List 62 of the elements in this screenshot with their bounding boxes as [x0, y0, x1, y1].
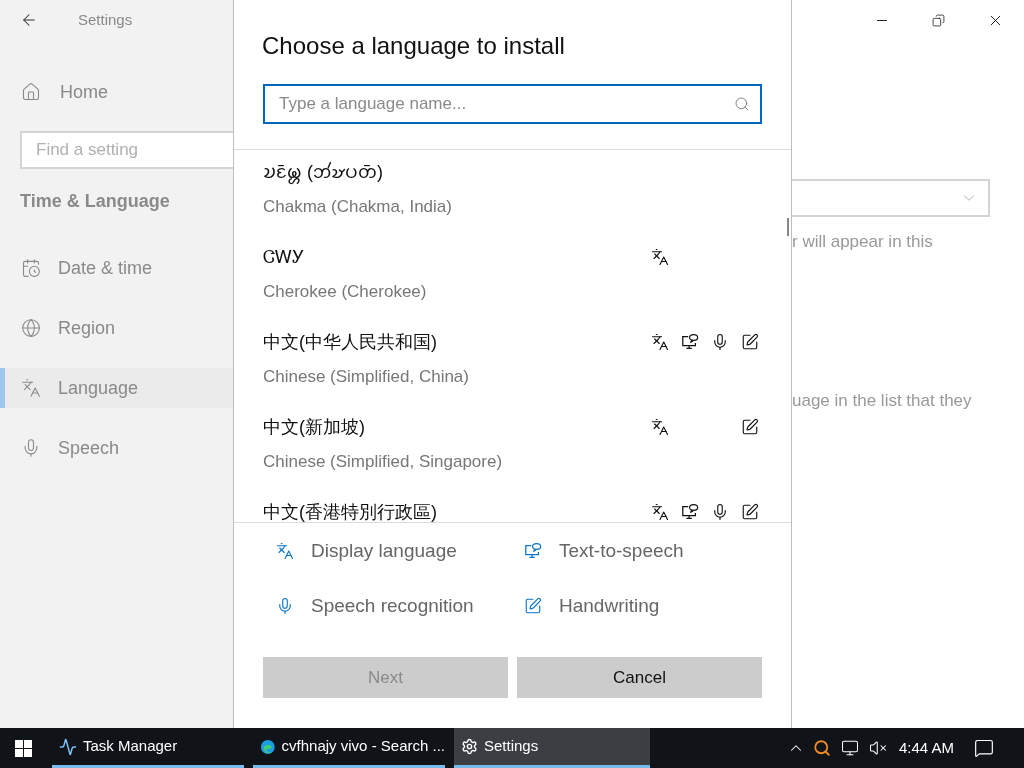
native-language-name: 中文(中华人民共和国): [263, 331, 438, 354]
search-field[interactable]: Find a setting: [20, 131, 233, 169]
network-icon[interactable]: [840, 739, 859, 757]
restore-icon: [932, 13, 945, 27]
dialog-title: Choose a language to install: [262, 31, 566, 61]
microphone-icon: [276, 597, 294, 615]
windows-logo-icon: [14, 739, 32, 757]
description-text: r will appear in this: [792, 231, 934, 253]
language-search-field[interactable]: Type a language name...: [263, 84, 762, 124]
display-language-icon: [651, 333, 669, 351]
language-icon: [21, 378, 41, 398]
microphone-icon: [711, 503, 729, 521]
window-title: Settings: [78, 9, 133, 30]
language-list-item[interactable]: ᏣᎳᎩ Cherokee (Cherokee): [234, 235, 791, 320]
pen-on-pad-icon: [741, 418, 759, 436]
globe-icon: [21, 318, 41, 338]
language-list-item[interactable]: 中文(香港特別行政區): [234, 490, 791, 522]
scrollbar-thumb[interactable]: [787, 218, 789, 236]
notifications-icon[interactable]: [974, 738, 994, 758]
native-language-name: ᏣᎳᎩ: [263, 246, 305, 269]
text-to-speech-icon: [681, 333, 699, 351]
search-icon[interactable]: [812, 739, 831, 757]
dropdown-field[interactable]: [792, 179, 990, 217]
native-language-name: 中文(新加坡): [263, 416, 366, 439]
pen-on-pad-icon: [524, 597, 542, 615]
legend-label: Handwriting: [559, 593, 660, 618]
search-icon: [734, 96, 750, 112]
taskbar-app-button[interactable]: Settings: [454, 728, 650, 768]
display-language-icon: [651, 248, 669, 266]
text-to-speech-icon: [681, 503, 699, 521]
native-language-name: 𑄌𑄋𑄴𑄟𑄳𑄦 (𑄃𑄧𑄏𑄛𑄖𑄴): [263, 161, 384, 184]
language-name: Chinese (Simplified, China): [263, 366, 470, 388]
language-name: Chinese (Simplified, Singapore): [263, 451, 504, 473]
microphone-icon: [711, 333, 729, 351]
section-heading: Time & Language: [20, 190, 171, 213]
display-language-icon: [276, 542, 294, 560]
language-list-item[interactable]: 中文(新加坡) Chinese (Simplified, Singapore): [234, 405, 791, 490]
home-icon: [21, 82, 41, 102]
pen-on-pad-icon: [741, 503, 759, 521]
display-language-icon: [651, 418, 669, 436]
legend-label: Display language: [311, 538, 457, 563]
activity-monitor-icon: [59, 737, 77, 756]
text-to-speech-icon: [524, 542, 542, 560]
legend-label: Speech recognition: [311, 593, 474, 618]
taskbar-app-button[interactable]: cvfhnajy vivo - Search ...: [253, 728, 445, 768]
pen-on-pad-icon: [741, 333, 759, 351]
taskbar-app-button[interactable]: Task Manager: [52, 728, 244, 768]
native-language-name: 中文(香港特別行政區): [263, 501, 438, 522]
browser-icon: [260, 737, 276, 756]
language-list-item[interactable]: 𑄌𑄋𑄴𑄟𑄳𑄦 (𑄃𑄧𑄏𑄛𑄖𑄴) Chakma (Chakma, India): [234, 150, 791, 235]
display-language-icon: [651, 503, 669, 521]
description-text: uage in the list that they: [792, 389, 973, 412]
minimize-icon: [876, 19, 887, 21]
volume-muted-icon[interactable]: [868, 739, 887, 757]
gear-icon: [461, 738, 478, 755]
legend-label: Text-to-speech: [559, 538, 684, 563]
calendar-clock-icon: [21, 258, 41, 278]
language-list-item[interactable]: 中文(中华人民共和国) Chinese (Simplified, China): [234, 320, 791, 405]
clock-text[interactable]: 4:44 AM: [898, 736, 954, 760]
dialog-button[interactable]: Cancel: [517, 657, 762, 698]
language-name: Chakma (Chakma, India): [263, 196, 453, 218]
language-name: Cherokee (Cherokee): [263, 281, 428, 303]
